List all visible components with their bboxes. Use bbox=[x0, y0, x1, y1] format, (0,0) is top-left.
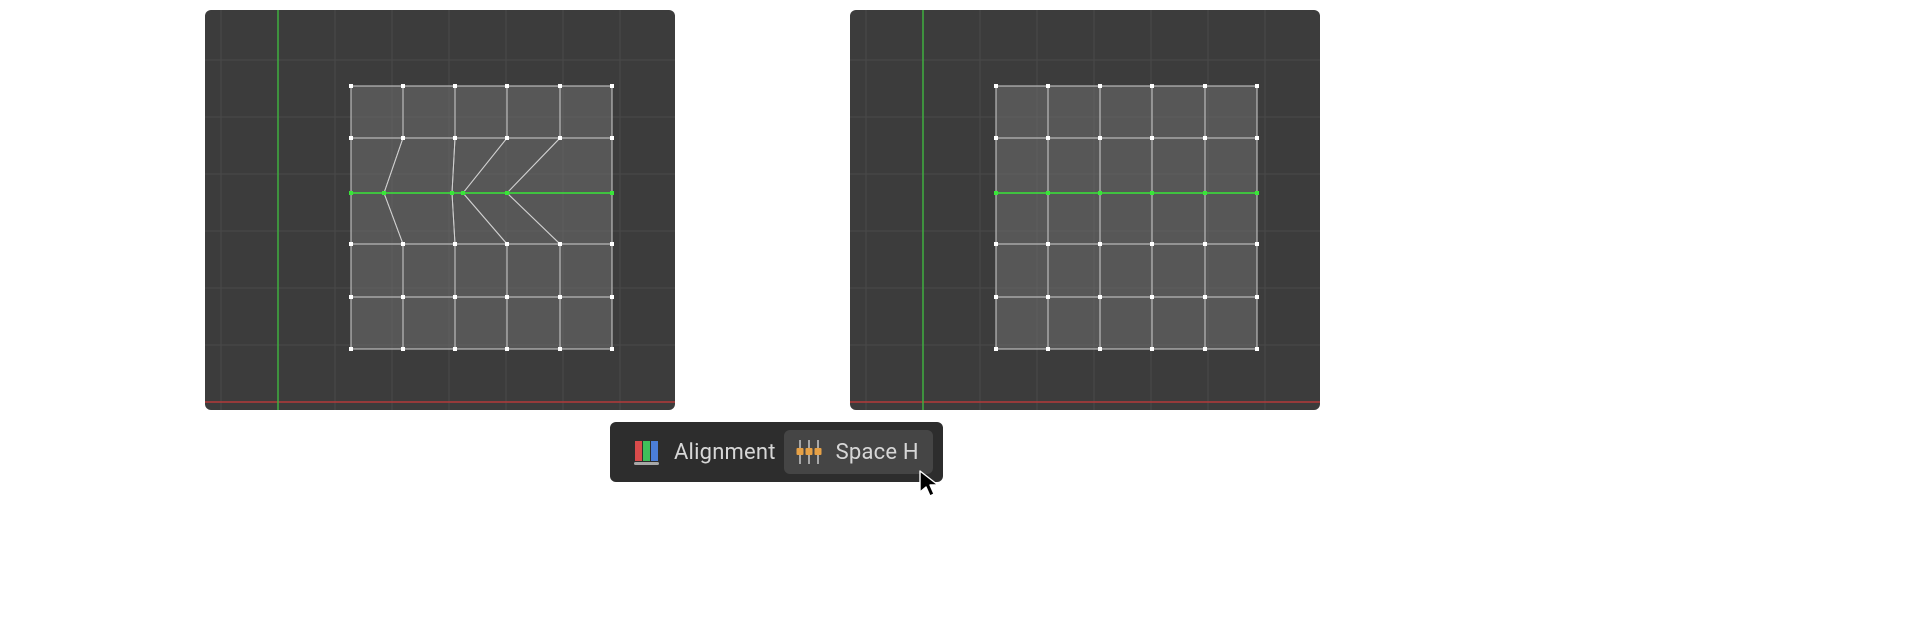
space-h-label: Space H bbox=[836, 440, 919, 465]
alignment-label: Alignment bbox=[674, 440, 776, 465]
viewport-after-canvas[interactable] bbox=[850, 10, 1320, 410]
toolbar-group-alignment[interactable]: Alignment bbox=[624, 430, 784, 474]
space-h-button[interactable]: Space H bbox=[784, 430, 933, 474]
toolbar: Alignment Space H bbox=[610, 422, 943, 482]
space-h-icon bbox=[794, 437, 824, 467]
viewport-after[interactable] bbox=[850, 10, 1320, 410]
rgb-bars-icon bbox=[632, 437, 662, 467]
viewport-before-canvas[interactable] bbox=[205, 10, 675, 410]
viewport-before[interactable] bbox=[205, 10, 675, 410]
